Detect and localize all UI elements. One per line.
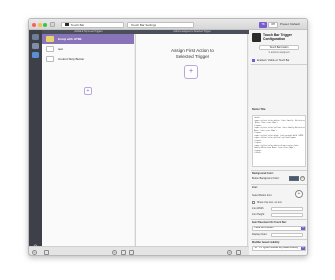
add-circle-icon[interactable]: + <box>112 250 117 255</box>
icon-height-label: Icon Height: <box>252 213 265 216</box>
icon-section-label: Icon: <box>252 186 258 189</box>
code-line: </html> <box>254 152 262 154</box>
trash-icon[interactable] <box>44 250 49 255</box>
preset-selector[interactable]: Preset: Default <box>280 22 300 26</box>
assign-action-prompt: Assign First Action to Selected Trigger <box>136 48 249 59</box>
list-item[interactable]: Control Strip Button <box>42 54 134 64</box>
trigger-label: Emoji with HTML <box>58 37 83 41</box>
add-icon-button[interactable]: + <box>295 190 303 198</box>
modifier-visibility-label: Modifier based visibility: <box>252 241 280 244</box>
chevron-down-icon: ▾ <box>301 227 305 230</box>
actions-assigned-text: 0 actions assigned <box>268 51 290 54</box>
touchbar-icon <box>65 22 69 26</box>
icon-width-field[interactable] <box>271 206 303 211</box>
enabled-label: Enabled / Visible on Touch Bar <box>257 59 290 62</box>
close-window-button[interactable] <box>32 22 36 27</box>
placement-select[interactable]: Fixed Left Position ▾ <box>252 226 306 231</box>
add-trigger-button[interactable]: + <box>84 87 92 95</box>
placement-label: Item Placement On Touch Bar: <box>252 221 287 224</box>
show-only-icon-checkbox[interactable] <box>252 201 255 204</box>
minimize-window-button[interactable] <box>37 22 42 27</box>
trigger-label: Control Strip Button <box>58 57 85 61</box>
list-item[interactable]: Emoji with HTML <box>42 34 134 44</box>
trigger-preview-icon <box>252 33 261 42</box>
add-circle-icon[interactable]: + <box>32 250 37 255</box>
keyboard-nav-icon[interactable] <box>32 43 39 49</box>
toolbar-toggle-icon[interactable] <box>50 22 55 27</box>
icon-width-label: Icon Width: <box>252 207 264 210</box>
inspector-title: Touch Bar Trigger Configuration <box>263 33 307 41</box>
list-item[interactable]: test <box>42 44 134 54</box>
modifier-visibility-select[interactable]: ⌘^⌥⇧ Ignore modifier key based visibilit… <box>252 246 306 251</box>
modifier-visibility-value: ⌘^⌥⇧ Ignore modifier key based visibilit… <box>254 247 299 249</box>
chevron-down-icon: ▾ <box>301 247 305 250</box>
display-order-label: Display Order: <box>252 233 268 236</box>
status-toggle-badge[interactable]: Off <box>268 21 278 28</box>
icon-height-field[interactable] <box>271 212 303 217</box>
add-circle-icon[interactable]: + <box>227 250 232 255</box>
inspector-title-line-2: Configuration <box>263 37 286 41</box>
assign-line-2: Selected Trigger <box>175 53 210 59</box>
trigger-type-select[interactable]: Touch Bar button <box>259 45 299 50</box>
trigger-icon <box>46 36 54 42</box>
app-window: Touch Bar Touch Bar Settings TB Off Pres… <box>28 18 308 256</box>
zoom-window-button[interactable] <box>43 22 47 27</box>
select-icon-label: Select Button Icon: <box>252 194 273 197</box>
mouse-nav-icon[interactable] <box>32 52 39 58</box>
button-bg-color-well[interactable] <box>289 176 299 181</box>
reset-color-icon[interactable]: ↺ <box>300 175 305 181</box>
triggers-list: Emoji with HTML test Control Strip Butto… <box>42 34 134 246</box>
button-bg-color-label: Button Background Color: <box>252 177 280 180</box>
settings-select[interactable]: Touch Bar Settings <box>127 21 194 28</box>
settings-select-label: Touch Bar Settings <box>131 22 157 27</box>
touchbar-toggle-badge[interactable]: TB <box>259 21 267 28</box>
actions-panel: Assign First Action to Selected Trigger … <box>135 34 248 246</box>
button-title-label: Button Title: <box>252 108 267 111</box>
display-order-field[interactable] <box>271 232 303 237</box>
actions-bottom-bar: + <box>135 246 249 255</box>
trigger-icon <box>46 46 54 52</box>
trigger-inspector: Touch Bar Trigger Configuration Touch Ba… <box>249 30 307 255</box>
trigger-category-select[interactable]: Touch Bar <box>61 21 124 28</box>
trash-icon[interactable] <box>129 250 134 255</box>
add-action-button[interactable]: + <box>184 65 198 79</box>
enabled-checkbox[interactable] <box>252 59 255 62</box>
folder-icon[interactable] <box>121 250 126 255</box>
trigger-label: test <box>58 47 63 51</box>
touchbar-nav-icon[interactable] <box>32 34 39 40</box>
background-color-label: Background Color: <box>252 172 274 175</box>
app-sidebar: ⚙ <box>29 30 42 255</box>
trash-icon[interactable] <box>236 250 241 255</box>
triggers-bottom-bar: + + <box>29 246 135 255</box>
trigger-icon <box>46 56 54 62</box>
placement-value: Fixed Left Position <box>254 227 274 229</box>
trigger-category-label: Touch Bar <box>70 22 85 27</box>
button-title-html-editor[interactable]: <html> <span style='color:white; font-fam… <box>252 115 306 167</box>
title-bar: Touch Bar Touch Bar Settings TB Off Pres… <box>29 19 307 30</box>
show-only-icon-label: Show only icon, no text <box>257 201 282 204</box>
